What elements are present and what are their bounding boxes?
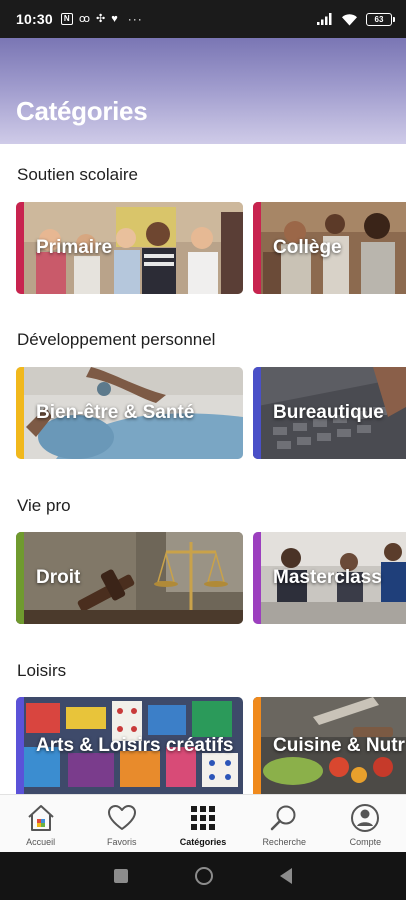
status-bar: 10:30 N ꝏ ✣ ♥ ··· 63: [0, 0, 406, 38]
signal-icon: [317, 13, 332, 25]
category-card-bien-etre-sante[interactable]: Bien-être & Santé: [16, 367, 243, 459]
card-label: Masterclass: [273, 567, 382, 588]
category-card-bureautique[interactable]: Bureautique: [253, 367, 406, 459]
card-label: Arts & Loisirs créatifs: [36, 734, 234, 756]
battery-icon: 63: [366, 12, 395, 26]
card-accent: [16, 367, 24, 459]
heart-icon: ♥: [111, 13, 118, 25]
category-card-droit[interactable]: Droit: [16, 532, 243, 624]
nav-label: Recherche: [262, 837, 306, 847]
nav-label: Accueil: [26, 837, 56, 847]
page-title: Catégories: [16, 96, 148, 126]
search-icon: [267, 802, 301, 834]
recents-button[interactable]: [113, 869, 128, 883]
categories-list[interactable]: Soutien scolaire Primaire Collège Dévelo…: [0, 144, 406, 794]
n-icon: N: [60, 13, 73, 25]
card-label: Bien-être & Santé: [36, 402, 195, 423]
card-accent: [253, 367, 261, 459]
category-card-arts-loisirs-creatifs[interactable]: Arts & Loisirs créatifs: [16, 697, 243, 794]
clock: 10:30: [16, 11, 53, 27]
nav-item-compte[interactable]: Compte: [325, 795, 406, 852]
page-header: Catégories: [0, 38, 406, 144]
section-title-soutien-scolaire: Soutien scolaire: [17, 165, 138, 184]
voicemail-icon: ꝏ: [78, 13, 91, 25]
nav-item-favoris[interactable]: Favoris: [81, 795, 162, 852]
category-card-masterclass[interactable]: Masterclass: [253, 532, 406, 624]
wifi-icon: [342, 13, 357, 25]
card-label: Bureautique: [273, 402, 384, 423]
nav-label: Catégories: [179, 837, 227, 847]
card-accent: [16, 202, 24, 294]
category-card-college[interactable]: Collège: [253, 202, 406, 294]
overflow-dots: ···: [127, 12, 143, 26]
card-label: Droit: [36, 567, 81, 588]
card-label: Collège: [273, 237, 342, 258]
section-title-loisirs: Loisirs: [17, 661, 67, 680]
category-card-cuisine-nutrition[interactable]: Cuisine & Nutr: [253, 697, 406, 794]
account-icon: [348, 802, 382, 834]
card-label: Primaire: [36, 237, 113, 258]
nav-item-recherche[interactable]: Recherche: [244, 795, 325, 852]
home-button[interactable]: [194, 867, 213, 885]
section-title-vie-pro: Vie pro: [17, 496, 71, 515]
bottom-navigation: Accueil Favoris Catégories Recherche Com…: [0, 794, 406, 852]
nav-item-categories[interactable]: Catégories: [162, 795, 243, 852]
card-accent: [253, 697, 261, 794]
category-card-primaire[interactable]: Primaire: [16, 202, 243, 294]
back-button[interactable]: [280, 868, 293, 884]
card-accent: [16, 532, 24, 624]
nav-label: Compte: [349, 837, 382, 847]
card-label: Cuisine & Nutr: [273, 734, 405, 756]
nav-label: Favoris: [107, 837, 137, 847]
section-title-developpement-personnel: Développement personnel: [17, 330, 216, 349]
notification-icons: N ꝏ ✣ ♥ ···: [60, 12, 143, 26]
fan-icon: ✣: [96, 13, 106, 25]
system-navigation-bar: [0, 852, 406, 900]
card-accent: [253, 202, 261, 294]
grid-icon: [186, 802, 220, 834]
home-icon: [24, 802, 58, 834]
nav-item-accueil[interactable]: Accueil: [0, 795, 81, 852]
heart-outline-icon: [105, 802, 139, 834]
card-accent: [253, 532, 261, 624]
card-accent: [16, 697, 24, 794]
